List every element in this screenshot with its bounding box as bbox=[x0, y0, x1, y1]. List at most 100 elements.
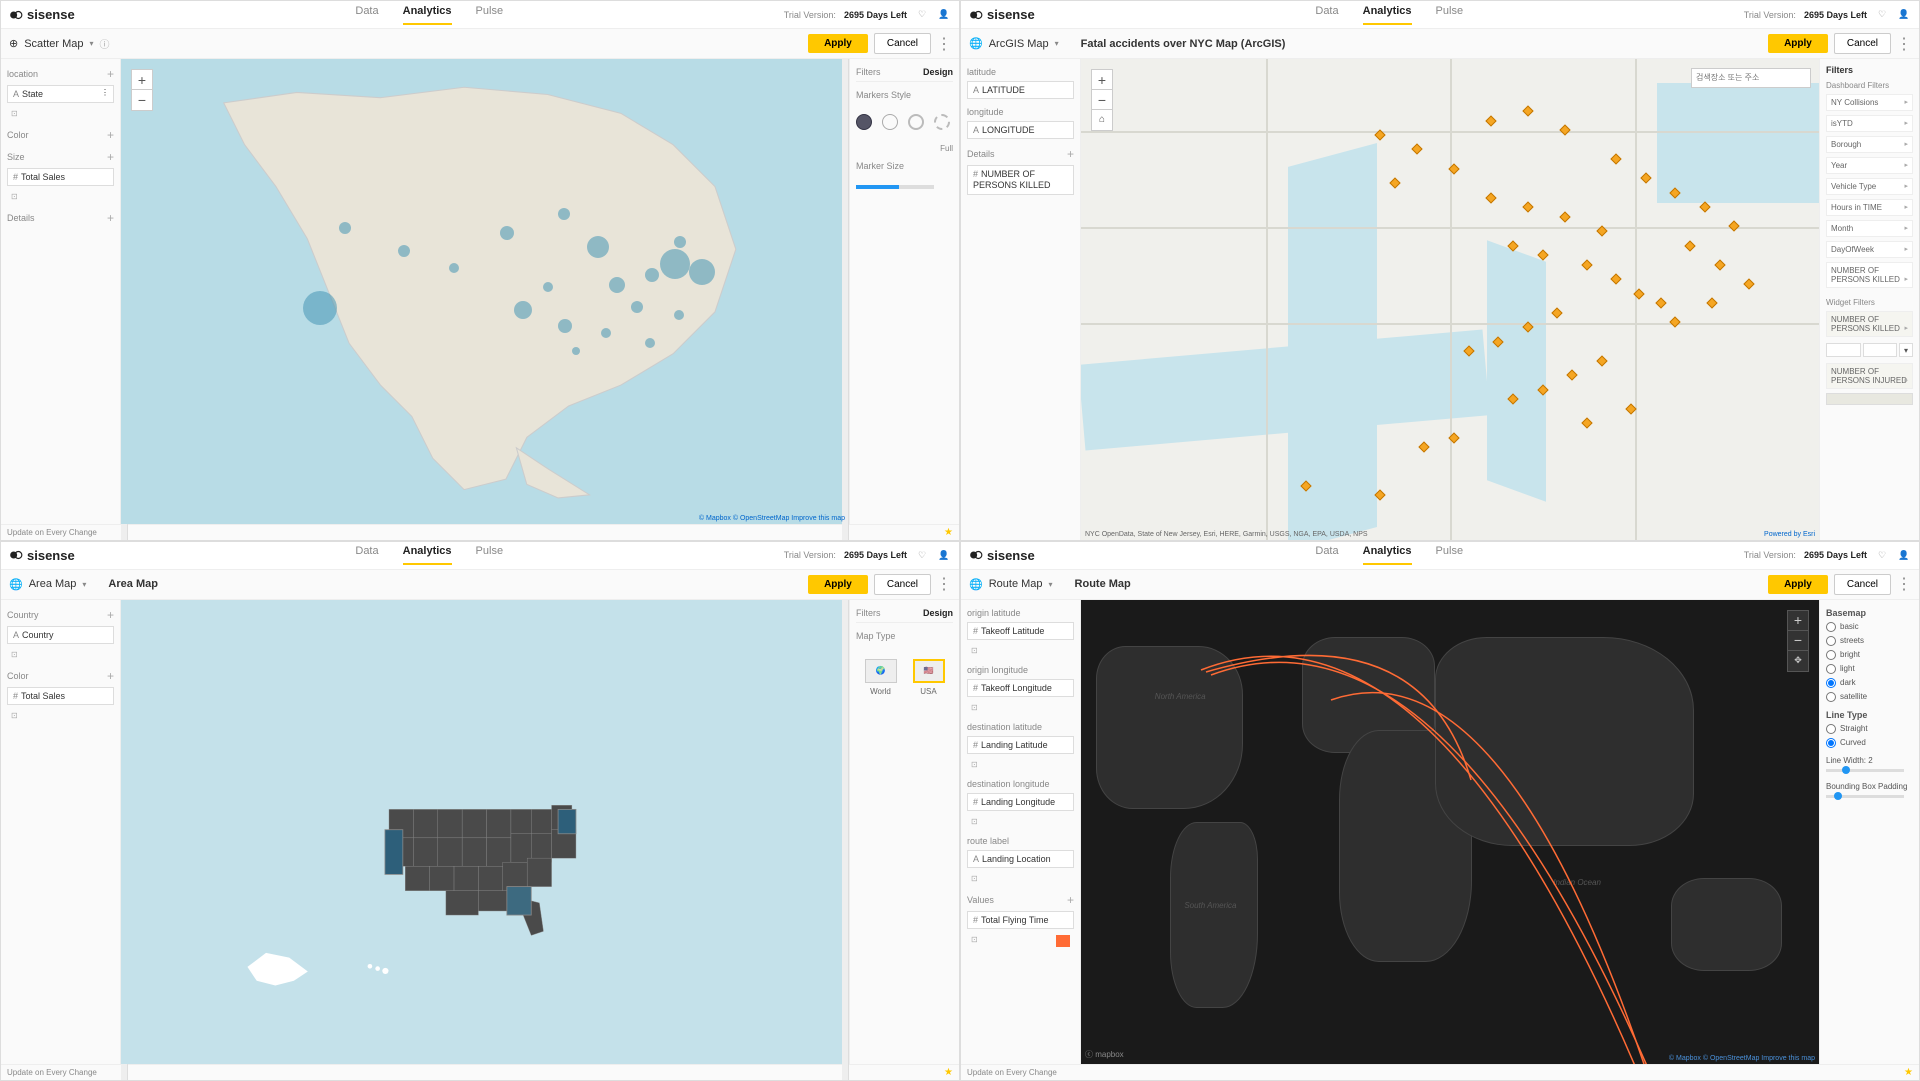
collapse-right-bar[interactable] bbox=[842, 600, 849, 1065]
scatter-bubble[interactable] bbox=[631, 301, 643, 313]
zoom-in-button[interactable]: + bbox=[1788, 611, 1808, 631]
map-attribution[interactable]: © Mapbox © OpenStreetMap Improve this ma… bbox=[699, 515, 845, 522]
filter-item[interactable]: NUMBER OF PERSONS KILLED bbox=[1826, 311, 1913, 337]
map-type-usa[interactable]: 🇺🇸USA bbox=[913, 659, 945, 696]
basemap-bright[interactable]: bright bbox=[1826, 650, 1913, 660]
nav-pulse[interactable]: Pulse bbox=[476, 5, 504, 25]
brand-logo[interactable]: sisense bbox=[969, 7, 1035, 22]
add-size-icon[interactable]: + bbox=[107, 150, 114, 164]
widget-selector[interactable]: Area Map bbox=[29, 578, 77, 590]
add-country-icon[interactable]: + bbox=[107, 608, 114, 622]
apply-button[interactable]: Apply bbox=[808, 34, 868, 53]
scatter-bubble[interactable] bbox=[303, 291, 337, 325]
filter-item[interactable]: NUMBER OF PERSONS KILLED bbox=[1826, 262, 1913, 288]
map-attribution-esri[interactable]: Powered by Esri bbox=[1764, 531, 1815, 538]
map-attribution[interactable]: © Mapbox © OpenStreetMap Improve this ma… bbox=[1669, 1055, 1815, 1062]
map-type-world[interactable]: 🌍World bbox=[865, 659, 897, 696]
location-field[interactable]: AState⋮ bbox=[7, 85, 114, 103]
star-icon[interactable]: ★ bbox=[944, 527, 953, 538]
marker-style-option[interactable] bbox=[882, 114, 898, 130]
bell-icon[interactable]: ♡ bbox=[1875, 8, 1889, 22]
arcgis-map-canvas[interactable]: + − ⌂ bbox=[1081, 59, 1819, 540]
tab-design[interactable]: Design bbox=[923, 608, 953, 618]
nav-data[interactable]: Data bbox=[1315, 5, 1338, 25]
line-width-slider[interactable] bbox=[1826, 769, 1904, 772]
filter-item[interactable]: Month bbox=[1826, 220, 1913, 237]
tab-filters[interactable]: Filters bbox=[856, 608, 881, 618]
basemap-basic[interactable]: basic bbox=[1826, 622, 1913, 632]
info-icon[interactable]: ⓘ bbox=[100, 36, 110, 51]
filter-item[interactable]: isYTD bbox=[1826, 115, 1913, 132]
nav-pulse[interactable]: Pulse bbox=[476, 545, 504, 565]
zoom-out-button[interactable]: − bbox=[132, 90, 152, 110]
route-map-canvas[interactable]: + − ✥ North America South America Indian… bbox=[1081, 600, 1819, 1065]
area-map-canvas[interactable] bbox=[121, 600, 849, 1065]
user-icon[interactable]: 👤 bbox=[937, 8, 951, 22]
user-icon[interactable]: 👤 bbox=[937, 548, 951, 562]
filter-item[interactable]: NY Collisions bbox=[1826, 94, 1913, 111]
scatter-bubble[interactable] bbox=[609, 277, 625, 293]
chevron-down-icon[interactable]: ▾ bbox=[1049, 580, 1053, 589]
tab-design[interactable]: Design bbox=[923, 67, 953, 77]
nav-data[interactable]: Data bbox=[355, 5, 378, 25]
longitude-field[interactable]: ALONGITUDE bbox=[967, 121, 1074, 139]
add-location-icon[interactable]: + bbox=[107, 67, 114, 81]
chevron-down-icon[interactable]: ▾ bbox=[1899, 343, 1913, 357]
scatter-bubble[interactable] bbox=[645, 338, 655, 348]
origin-lng-field[interactable]: #Takeoff Longitude bbox=[967, 679, 1074, 697]
tab-filters[interactable]: Filters bbox=[856, 67, 881, 77]
bell-icon[interactable]: ♡ bbox=[1875, 548, 1889, 562]
bbox-slider[interactable] bbox=[1826, 795, 1904, 798]
widget-selector[interactable]: Route Map bbox=[989, 578, 1043, 590]
nav-analytics[interactable]: Analytics bbox=[403, 5, 452, 25]
scatter-bubble[interactable] bbox=[558, 319, 572, 333]
bell-icon[interactable]: ♡ bbox=[915, 8, 929, 22]
state-georgia[interactable] bbox=[507, 887, 531, 915]
chevron-down-icon[interactable]: ▾ bbox=[1055, 39, 1059, 48]
scatter-bubble[interactable] bbox=[514, 301, 532, 319]
collapse-right-bar[interactable] bbox=[842, 59, 849, 524]
color-field[interactable]: #Total Sales bbox=[7, 687, 114, 705]
basemap-light[interactable]: light bbox=[1826, 664, 1913, 674]
filter-item[interactable]: Borough bbox=[1826, 136, 1913, 153]
nav-analytics[interactable]: Analytics bbox=[1363, 545, 1412, 565]
state-california[interactable] bbox=[385, 830, 403, 875]
widget-selector[interactable]: ArcGIS Map bbox=[989, 38, 1049, 50]
values-field[interactable]: #Total Flying Time bbox=[967, 911, 1074, 929]
star-icon[interactable]: ★ bbox=[944, 1067, 953, 1078]
filter-item[interactable]: DayOfWeek bbox=[1826, 241, 1913, 258]
zoom-out-button[interactable]: − bbox=[1092, 90, 1112, 110]
scatter-bubble[interactable] bbox=[587, 236, 609, 258]
star-icon[interactable]: ★ bbox=[1904, 1067, 1913, 1078]
more-icon[interactable]: ⋮ bbox=[937, 577, 951, 591]
nav-data[interactable]: Data bbox=[1315, 545, 1338, 565]
marker-style-option[interactable] bbox=[908, 114, 924, 130]
scatter-bubble[interactable] bbox=[339, 222, 351, 234]
user-icon[interactable]: 👤 bbox=[1897, 548, 1911, 562]
brand-logo[interactable]: sisense bbox=[9, 548, 75, 563]
cancel-button[interactable]: Cancel bbox=[1834, 33, 1891, 54]
home-button[interactable]: ⌂ bbox=[1092, 110, 1112, 130]
chevron-down-icon[interactable]: ▾ bbox=[82, 580, 86, 589]
zoom-out-button[interactable]: − bbox=[1788, 631, 1808, 651]
nav-pulse[interactable]: Pulse bbox=[1436, 545, 1464, 565]
add-details-icon[interactable]: + bbox=[107, 211, 114, 225]
user-icon[interactable]: 👤 bbox=[1897, 8, 1911, 22]
cancel-button[interactable]: Cancel bbox=[874, 33, 931, 54]
basemap-satellite[interactable]: satellite bbox=[1826, 692, 1913, 702]
scatter-bubble[interactable] bbox=[558, 208, 570, 220]
value-color-swatch[interactable] bbox=[1056, 935, 1070, 947]
zoom-in-button[interactable]: + bbox=[132, 70, 152, 90]
scatter-bubble[interactable] bbox=[674, 236, 686, 248]
brand-logo[interactable]: sisense bbox=[9, 7, 75, 22]
more-icon[interactable]: ⋮ bbox=[1897, 577, 1911, 591]
basemap-streets[interactable]: streets bbox=[1826, 636, 1913, 646]
marker-size-slider[interactable] bbox=[856, 185, 934, 189]
scatter-bubble[interactable] bbox=[500, 226, 514, 240]
filter-item[interactable]: Hours in TIME bbox=[1826, 199, 1913, 216]
field-menu-icon[interactable]: ⋮ bbox=[101, 88, 111, 98]
filter-item[interactable]: Year bbox=[1826, 157, 1913, 174]
more-icon[interactable]: ⋮ bbox=[1897, 37, 1911, 51]
apply-button[interactable]: Apply bbox=[1768, 575, 1828, 594]
add-color-icon[interactable]: + bbox=[107, 128, 114, 142]
